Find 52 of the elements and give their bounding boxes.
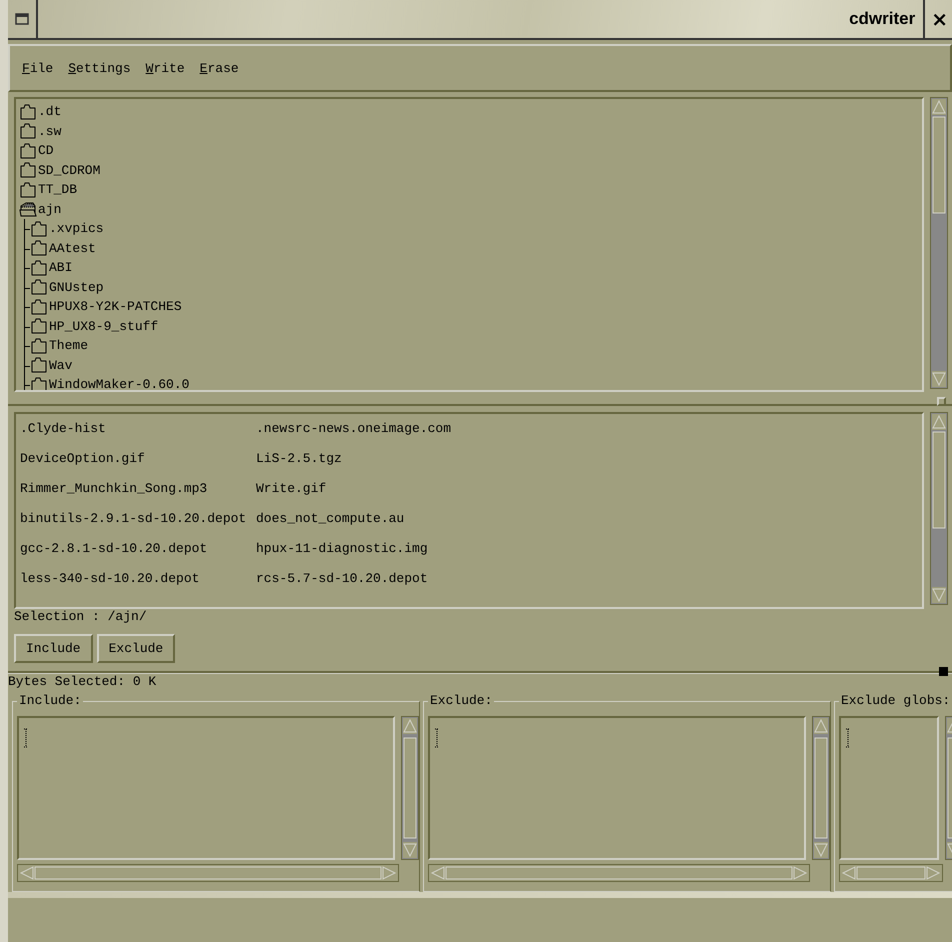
tree-item[interactable]: HP_UX8-9_stuff — [49, 318, 158, 334]
selection-path: Selection : /ajn/ — [14, 609, 147, 624]
tree-item[interactable]: ajn — [38, 202, 62, 217]
menu-item[interactable]: Erase — [198, 60, 250, 76]
tree-item[interactable]: WindowMaker-0.60.0 — [49, 377, 190, 390]
tree-item[interactable]: .dt — [38, 104, 62, 120]
file-name[interactable]: binutils-2.9.1-sd-10.20.depot — [20, 508, 256, 538]
tree-item[interactable]: CD — [38, 143, 54, 158]
menu-item[interactable]: File — [20, 60, 64, 76]
pane-sash-handle[interactable] — [939, 667, 948, 676]
file-name[interactable]: Write.gif — [256, 478, 922, 508]
file-name[interactable]: gcc-2.8.1-sd-10.20.depot — [20, 538, 256, 568]
tree-item[interactable]: .xvpics — [49, 221, 104, 236]
tree-item[interactable]: TT_DB — [38, 182, 78, 198]
file-name[interactable]: hpux-11-diagnostic.img — [256, 538, 922, 568]
tree-item[interactable]: AAtest — [49, 240, 96, 256]
tree-item[interactable]: Wav — [49, 358, 72, 373]
pane-label: Exclude globs: — [839, 693, 952, 709]
scrollbar[interactable] — [930, 97, 948, 389]
tree-item[interactable]: ABI — [49, 260, 72, 276]
scrollbar[interactable] — [17, 864, 399, 882]
text-cursor-icon — [846, 728, 851, 748]
file-name[interactable]: DeviceOption.gif — [20, 448, 256, 478]
text-area[interactable] — [839, 716, 939, 860]
pane-sash-handle[interactable] — [937, 397, 946, 406]
scrollbar[interactable] — [401, 716, 419, 860]
action-button[interactable]: Exclude — [96, 634, 176, 663]
file-name[interactable]: Rimmer_Munchkin_Song.mp3 — [20, 478, 256, 508]
scrollbar[interactable] — [428, 864, 810, 882]
tree-item[interactable]: GNUstep — [49, 280, 104, 295]
text-cursor-icon — [24, 728, 29, 748]
file-name[interactable]: less-340-sd-10.20.depot — [20, 568, 256, 598]
menu-item[interactable]: Settings — [66, 60, 142, 76]
scrollbar[interactable] — [812, 716, 830, 860]
scrollbar[interactable] — [839, 864, 943, 882]
tree-item[interactable]: Theme — [49, 338, 88, 354]
file-name[interactable]: does_not_compute.au — [256, 508, 922, 538]
tree-item[interactable]: HPUX8-Y2K-PATCHES — [49, 299, 182, 314]
window-menu-icon[interactable] — [15, 13, 29, 25]
tree-item[interactable]: .sw — [38, 124, 62, 139]
file-name[interactable]: LiS-2.5.tgz — [256, 448, 922, 478]
file-name[interactable]: rcs-5.7-sd-10.20.depot — [256, 568, 922, 598]
tree-item[interactable]: SD_CDROM — [38, 162, 100, 178]
file-name[interactable]: .Clyde-hist — [20, 418, 256, 448]
file-name[interactable]: .newsrc-news.oneimage.com — [256, 418, 922, 448]
scrollbar[interactable] — [930, 412, 948, 605]
close-button[interactable]: × — [923, 0, 952, 38]
bytes-selected: Bytes Selected: 0 K — [8, 674, 156, 689]
text-cursor-icon — [435, 728, 440, 748]
window-title: cdwriter — [848, 9, 916, 29]
action-button[interactable]: Include — [14, 634, 93, 663]
menu-item[interactable]: Write — [144, 60, 196, 76]
